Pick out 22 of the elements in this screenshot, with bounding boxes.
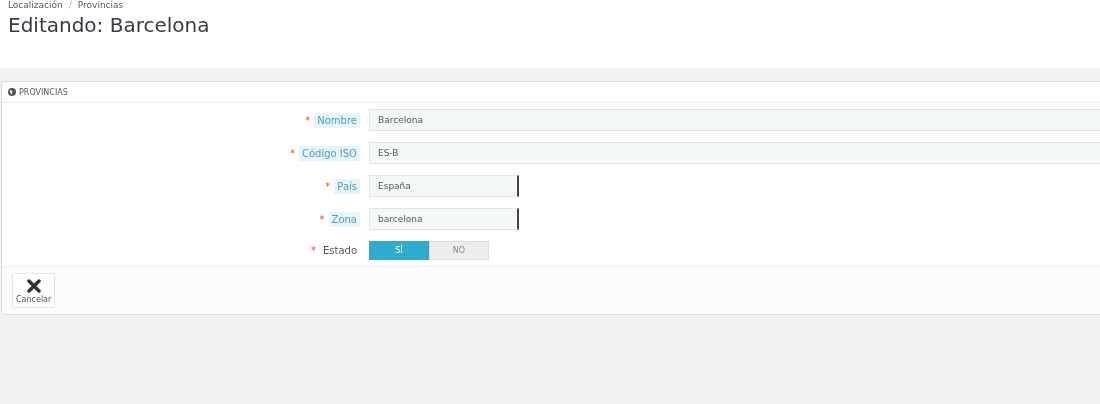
breadcrumb-link[interactable]: Localización [8,0,63,10]
field-label: Estado [321,244,358,258]
page-title: Editando: Barcelona [8,13,211,37]
panel-heading: PROVINCIAS [19,87,68,97]
breadcrumb-separator: / [68,0,72,10]
breadcrumb-link[interactable]: Provincias [77,0,124,10]
select-field[interactable]: barcelona [369,208,519,230]
required-asterisk: * [305,114,311,126]
field-label: Zona [328,211,360,227]
select-field[interactable]: España [369,175,519,197]
cancel-button[interactable]: Cancelar [12,273,56,308]
globe-icon [8,88,16,96]
text-field[interactable]: Barcelona [369,109,1100,131]
required-asterisk: * [289,147,295,159]
required-asterisk: * [319,213,325,225]
required-asterisk: * [310,245,316,256]
text-field[interactable]: ES-B [369,142,1100,164]
field-label: Nombre [314,112,360,128]
close-icon [26,279,41,293]
required-asterisk: * [325,180,331,192]
field-label: País [334,178,360,194]
field-label: Código ISO [298,145,360,161]
